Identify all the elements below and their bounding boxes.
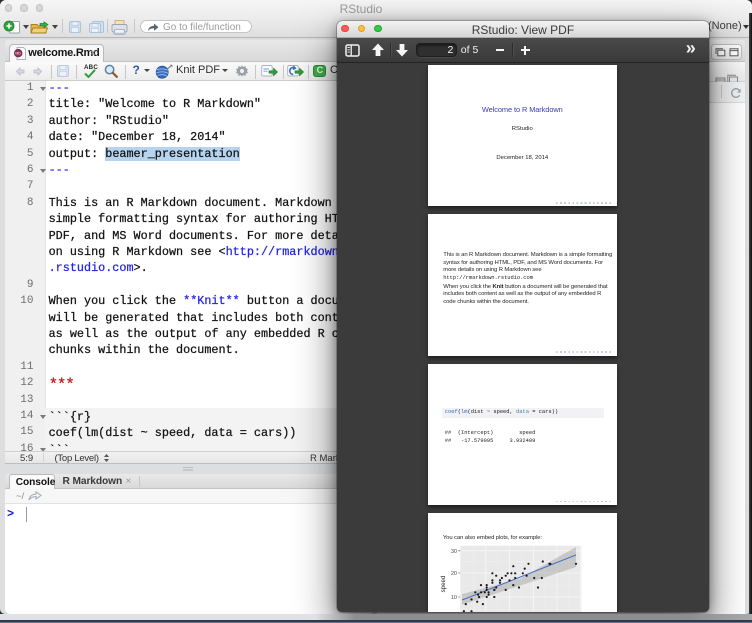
svg-text:speed: speed	[440, 575, 447, 592]
svg-text:MD: MD	[16, 52, 22, 56]
svg-text:10: 10	[451, 595, 457, 601]
svg-text:30: 30	[451, 549, 457, 555]
svg-text:20: 20	[451, 571, 457, 577]
